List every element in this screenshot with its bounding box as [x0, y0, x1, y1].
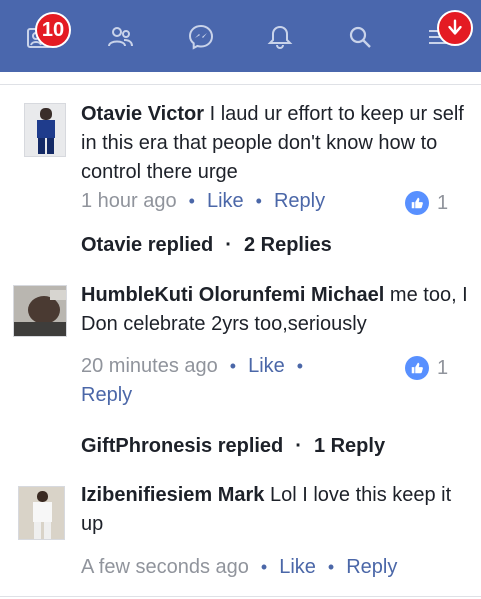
like-link[interactable]: Like: [248, 355, 285, 377]
like-count[interactable]: 1: [405, 191, 448, 215]
divider: [0, 596, 481, 597]
comment-meta-wrap: Reply: [81, 381, 132, 410]
bell-icon[interactable]: [265, 22, 295, 52]
replies-summary[interactable]: Otavie replied · 2 Replies: [81, 234, 332, 257]
comment-time: 20 minutes ago: [81, 355, 218, 377]
notification-count-badge[interactable]: 10: [35, 12, 71, 48]
separator-dot: •: [260, 557, 268, 577]
separator-dot: ·: [225, 234, 232, 256]
separator-dot: ·: [295, 435, 302, 457]
reply-link[interactable]: Reply: [346, 556, 397, 578]
separator-dot: •: [327, 557, 335, 577]
comment-meta: A few seconds ago • Like • Reply: [81, 553, 397, 582]
comment-author[interactable]: HumbleKuti Olorunfemi Michael: [81, 284, 384, 306]
comment-time: 1 hour ago: [81, 190, 177, 212]
replies-who: Otavie replied: [81, 234, 214, 256]
comment-body: Otavie Victor I laud ur effort to keep u…: [81, 100, 471, 187]
comment-author[interactable]: Otavie Victor: [81, 103, 204, 125]
replies-summary[interactable]: GiftPhronesis replied · 1 Reply: [81, 435, 385, 458]
comment-body: Izibenifiesiem Mark Lol I love this keep…: [81, 481, 471, 539]
thumbs-up-icon: [405, 191, 429, 215]
divider: [0, 84, 481, 85]
avatar[interactable]: [13, 285, 67, 337]
separator-dot: •: [188, 191, 195, 211]
like-count[interactable]: 1: [405, 356, 448, 380]
messenger-icon[interactable]: [186, 22, 216, 52]
separator-dot: •: [229, 356, 237, 376]
thumbs-up-icon: [405, 356, 429, 380]
comment-meta: 1 hour ago • Like • Reply: [81, 187, 325, 216]
like-count-number: 1: [437, 356, 449, 379]
reply-link[interactable]: Reply: [274, 190, 325, 212]
avatar[interactable]: [24, 103, 66, 157]
replies-count: 2 Replies: [243, 234, 332, 256]
comment-time: A few seconds ago: [81, 556, 249, 578]
comment-body: HumbleKuti Olorunfemi Michael me too, I …: [81, 281, 476, 339]
separator-dot: •: [296, 356, 304, 376]
download-arrow-icon[interactable]: [437, 10, 473, 46]
like-link[interactable]: Like: [207, 190, 244, 212]
previous-meta-partial: [82, 66, 382, 76]
avatar[interactable]: [18, 486, 65, 540]
like-link[interactable]: Like: [279, 556, 316, 578]
comment-author[interactable]: Izibenifiesiem Mark: [81, 484, 264, 506]
separator-dot: •: [255, 191, 262, 211]
reply-link[interactable]: Reply: [81, 384, 132, 406]
people-icon[interactable]: [105, 22, 135, 52]
like-count-number: 1: [437, 191, 449, 214]
replies-who: GiftPhronesis replied: [81, 435, 284, 457]
replies-count: 1 Reply: [313, 435, 386, 457]
top-navbar: 10: [0, 0, 481, 72]
comment-meta: 20 minutes ago • Like •: [81, 352, 315, 381]
search-icon[interactable]: [345, 22, 375, 52]
